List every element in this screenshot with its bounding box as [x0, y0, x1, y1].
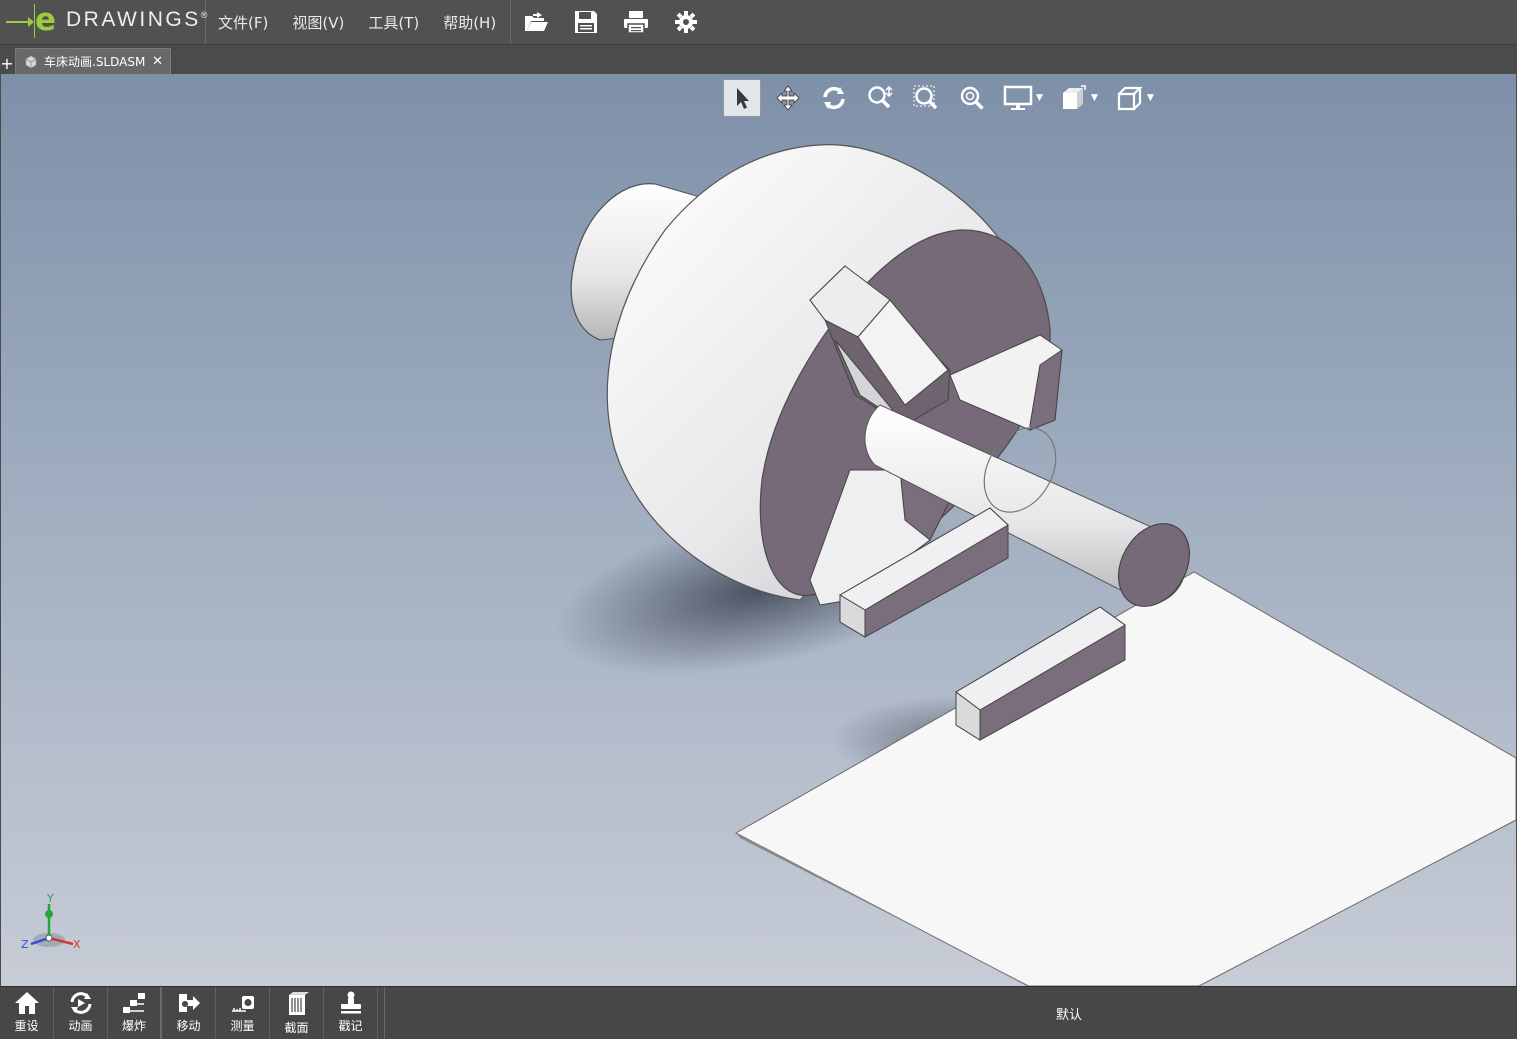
settings-button[interactable]: [673, 9, 699, 35]
menu-file[interactable]: 文件(F): [218, 12, 268, 33]
animate-label: 动画: [68, 1019, 93, 1033]
views-button[interactable]: ▼: [1055, 79, 1103, 117]
display-style-button[interactable]: ▼: [999, 79, 1047, 117]
select-button[interactable]: [723, 79, 761, 117]
bottom-tools: 重设 动画 爆炸 移动 测量 截面 戳记: [0, 987, 378, 1039]
logo-e: e: [35, 2, 57, 38]
menu-bar: 文件(F) 视图(V) 工具(T) 帮助(H): [206, 0, 508, 44]
bottom-toolbar: 重设 动画 爆炸 移动 测量 截面 戳记 默认: [0, 986, 1517, 1039]
measure-icon: [231, 996, 254, 1012]
toolbar-divider: [384, 987, 385, 1039]
measure-label: 测量: [230, 1019, 255, 1033]
quick-toolbar: [510, 0, 723, 44]
animate-button[interactable]: 动画: [54, 987, 108, 1039]
explode-label: 爆炸: [121, 1019, 146, 1033]
open-button[interactable]: [523, 9, 549, 35]
assembly-icon: [25, 55, 37, 68]
zoom-to-area-button[interactable]: [907, 79, 945, 117]
zoom-icon: [960, 86, 984, 110]
logo-line: [6, 21, 30, 23]
axis-triad: Y X Z: [21, 894, 81, 951]
zoom-to-fit-icon: [868, 85, 893, 109]
animate-icon: [70, 992, 91, 1014]
axis-label-x: X: [73, 938, 81, 951]
axis-label-z: Z: [21, 938, 29, 951]
menu-tools[interactable]: 工具(T): [368, 12, 419, 33]
display-style-icon: [1003, 85, 1033, 110]
section-label: 截面: [284, 1021, 309, 1035]
save-button[interactable]: [573, 9, 599, 35]
stamp-icon: [340, 991, 361, 1014]
configuration-name[interactable]: 默认: [1056, 1004, 1082, 1023]
zoom-to-fit-button[interactable]: [861, 79, 899, 117]
logo-text: DRAWINGS®: [66, 8, 207, 32]
zoom-button[interactable]: [953, 79, 991, 117]
chevron-down-icon: ▼: [1147, 93, 1154, 103]
section-button[interactable]: 截面: [270, 987, 324, 1039]
standard-view-button[interactable]: ▼: [1111, 79, 1159, 117]
print-icon: [624, 11, 648, 34]
move-icon: [178, 994, 200, 1012]
print-button[interactable]: [623, 9, 649, 35]
document-tab[interactable]: 车床动画.SLDASM ✕: [15, 48, 171, 74]
reset-button[interactable]: 重设: [0, 987, 54, 1039]
edrawings-logo: e DRAWINGS®: [0, 0, 207, 44]
measure-button[interactable]: 测量: [216, 987, 270, 1039]
title-bar: e DRAWINGS® 文件(F) 视图(V) 工具(T) 帮助(H): [0, 0, 1517, 45]
explode-button[interactable]: 爆炸: [108, 987, 162, 1039]
open-icon: [525, 12, 548, 31]
rotate-button[interactable]: [815, 79, 853, 117]
document-tab-label: 车床动画.SLDASM: [44, 55, 146, 69]
home-icon: [14, 992, 39, 1014]
reset-label: 重设: [14, 1019, 39, 1033]
zoom-to-area-icon: [913, 85, 938, 110]
chevron-down-icon: ▼: [1036, 93, 1043, 103]
views-icon: [1063, 85, 1086, 109]
view-toolbar: ▼ ▼ ▼: [723, 78, 1167, 118]
move-label: 移动: [176, 1019, 201, 1033]
menu-view[interactable]: 视图(V): [292, 12, 344, 33]
stamp-button[interactable]: 戳记: [324, 987, 378, 1039]
stamp-label: 戳记: [338, 1019, 363, 1033]
axis-label-y: Y: [46, 894, 54, 905]
lathe-assembly-model[interactable]: [1, 74, 1516, 986]
document-tab-bar: [0, 45, 1517, 74]
save-icon: [575, 11, 597, 33]
pan-icon: [776, 85, 800, 111]
chevron-down-icon: ▼: [1091, 93, 1098, 103]
section-icon: [288, 992, 309, 1015]
new-tab-button[interactable]: +: [0, 55, 14, 73]
graphics-viewport[interactable]: ▼ ▼ ▼ Y X Z: [1, 74, 1516, 986]
explode-icon: [123, 993, 145, 1013]
pan-button[interactable]: [769, 79, 807, 117]
menu-help[interactable]: 帮助(H): [443, 12, 496, 33]
close-tab-icon[interactable]: ✕: [152, 54, 163, 69]
select-icon: [737, 88, 749, 109]
standard-view-icon: [1117, 86, 1143, 111]
logo-wordmark: DRAWINGS: [66, 8, 201, 31]
rotate-icon: [823, 86, 845, 110]
settings-icon: [675, 11, 697, 33]
move-button[interactable]: 移动: [162, 987, 216, 1039]
